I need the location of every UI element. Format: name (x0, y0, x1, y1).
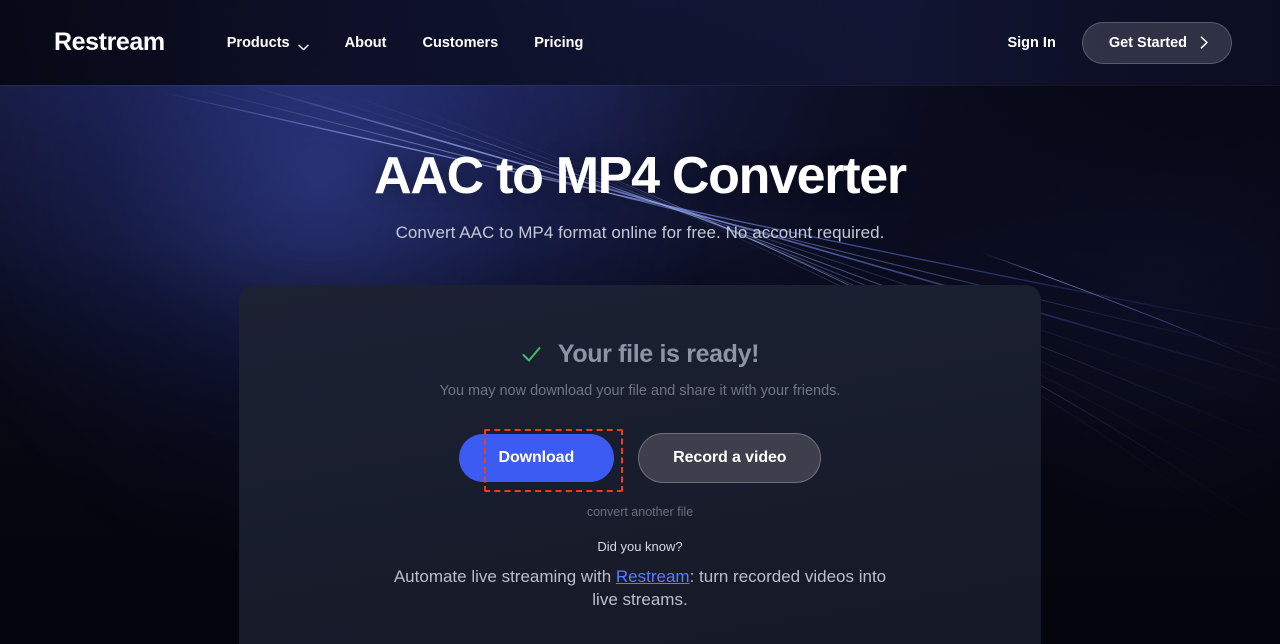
action-buttons: Download Record a video (239, 433, 1041, 483)
status-row: Your file is ready! (239, 340, 1041, 369)
nav-item-label: About (344, 34, 387, 51)
nav-item-about[interactable]: About (327, 25, 405, 61)
nav-item-label: Pricing (534, 34, 584, 51)
nav-item-label: Products (226, 34, 290, 51)
status-title: Your file is ready! (557, 340, 760, 368)
header-actions: Sign In Get Started (1007, 21, 1232, 64)
page-root: Restream Products About Customers Pricin… (0, 0, 1280, 644)
status-subtitle: You may now download your file and share… (439, 383, 841, 399)
main-nav: Products About Customers Pricing (209, 25, 602, 61)
converter-card: Your file is ready! You may now download… (239, 285, 1041, 644)
nav-item-pricing[interactable]: Pricing (516, 25, 601, 61)
page-title: AAC to MP4 Converter (374, 147, 907, 205)
get-started-label: Get Started (1108, 34, 1187, 51)
nav-item-products[interactable]: Products (209, 25, 327, 61)
record-a-video-button[interactable]: Record a video (638, 433, 822, 483)
site-header: Restream Products About Customers Pricin… (0, 0, 1280, 86)
did-you-know-label: Did you know? (597, 539, 683, 554)
did-you-know-prefix: Automate live streaming with (393, 567, 616, 586)
restream-link[interactable]: Restream (616, 567, 690, 586)
sign-in-link[interactable]: Sign In (1007, 35, 1055, 51)
nav-item-label: Customers (422, 34, 499, 51)
logo[interactable]: Restream (54, 30, 165, 55)
get-started-button[interactable]: Get Started (1081, 21, 1232, 64)
did-you-know-text: Automate live streaming with Restream: t… (380, 565, 900, 612)
nav-item-customers[interactable]: Customers (404, 25, 516, 61)
chevron-down-icon (297, 39, 309, 51)
convert-another-file-link[interactable]: convert another file (239, 505, 1041, 519)
page-subtitle: Convert AAC to MP4 format online for fre… (395, 223, 885, 243)
check-icon (521, 344, 542, 365)
chevron-right-icon (1200, 36, 1209, 49)
download-button[interactable]: Download (458, 434, 615, 482)
